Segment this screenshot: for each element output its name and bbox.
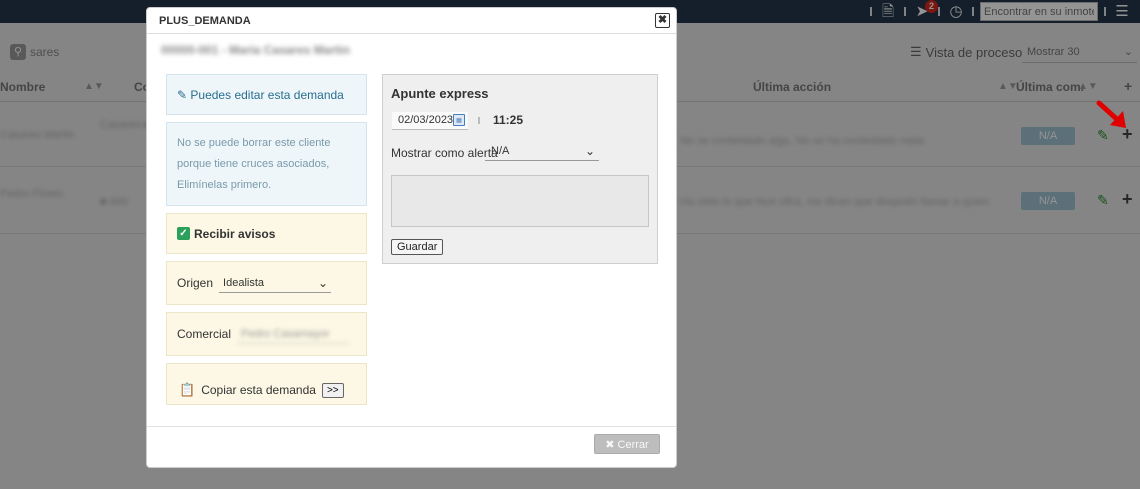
clipboard-icon: 📋 <box>179 382 196 397</box>
copy-demand-button[interactable]: >> <box>321 382 344 398</box>
modal-titlebar: PLUS_DEMANDA ✖ <box>147 8 676 34</box>
client-name: 00000-001 - Maria Casares Martin <box>161 43 350 57</box>
red-arrow-annotation <box>1096 100 1126 128</box>
copy-label: Copiar esta demanda <box>201 383 316 397</box>
modal-title: PLUS_DEMANDA <box>159 15 251 27</box>
edit-icon: ✎ <box>177 88 188 102</box>
save-button[interactable]: Guardar <box>391 239 444 255</box>
origen-value: Idealista <box>223 277 265 289</box>
apunte-title: Apunte express <box>391 86 489 101</box>
note-textarea[interactable] <box>391 175 649 227</box>
comercial-select[interactable]: Pedro Casamayor <box>237 327 350 344</box>
close-button[interactable]: ✖ Cerrar <box>594 434 660 454</box>
comercial-row: Comercial Pedro Casamayor <box>166 312 367 356</box>
apunte-express-panel: Apunte express 02/03/2023 ▦ 11:25 Mostra… <box>382 74 658 264</box>
date-input[interactable]: 02/03/2023 ▦ <box>392 112 468 130</box>
checkbox-checked-icon[interactable]: ✓ <box>177 227 190 240</box>
avisos-label: Recibir avisos <box>194 227 276 241</box>
chevron-down-icon: ⌄ <box>584 144 595 158</box>
plus-demanda-modal: PLUS_DEMANDA ✖ 00000-001 - Maria Casares… <box>146 7 677 468</box>
comercial-label: Comercial <box>177 327 232 341</box>
modal-footer-divider <box>147 426 676 427</box>
alert-value: N/A <box>491 145 510 157</box>
delete-notice: No se puede borrar este cliente porque t… <box>166 122 367 206</box>
calendar-icon[interactable]: ▦ <box>453 114 465 126</box>
left-column: ✎ Puedes editar esta demanda No se puede… <box>166 74 367 412</box>
close-button-label: Cerrar <box>617 438 649 451</box>
origen-label: Origen <box>177 276 214 290</box>
close-icon[interactable]: ✖ <box>655 13 670 28</box>
time-value[interactable]: 11:25 <box>493 113 523 127</box>
close-icon: ✖ <box>605 438 615 451</box>
date-value: 02/03/2023 <box>398 114 454 126</box>
alert-select[interactable]: N/A ⌄ <box>485 143 599 161</box>
alert-label: Mostrar como alerta <box>391 146 498 160</box>
origen-row: Origen Idealista ⌄ <box>166 261 367 305</box>
chevron-down-icon: ⌄ <box>317 276 329 290</box>
avisos-checkbox-row[interactable]: ✓ Recibir avisos <box>166 213 367 254</box>
origen-select[interactable]: Idealista ⌄ <box>219 276 332 293</box>
copy-row: 📋 Copiar esta demanda >> <box>166 363 367 405</box>
edit-notice-text: Puedes editar esta demanda <box>190 88 344 102</box>
divider <box>478 117 480 124</box>
edit-notice: ✎ Puedes editar esta demanda <box>166 74 367 115</box>
